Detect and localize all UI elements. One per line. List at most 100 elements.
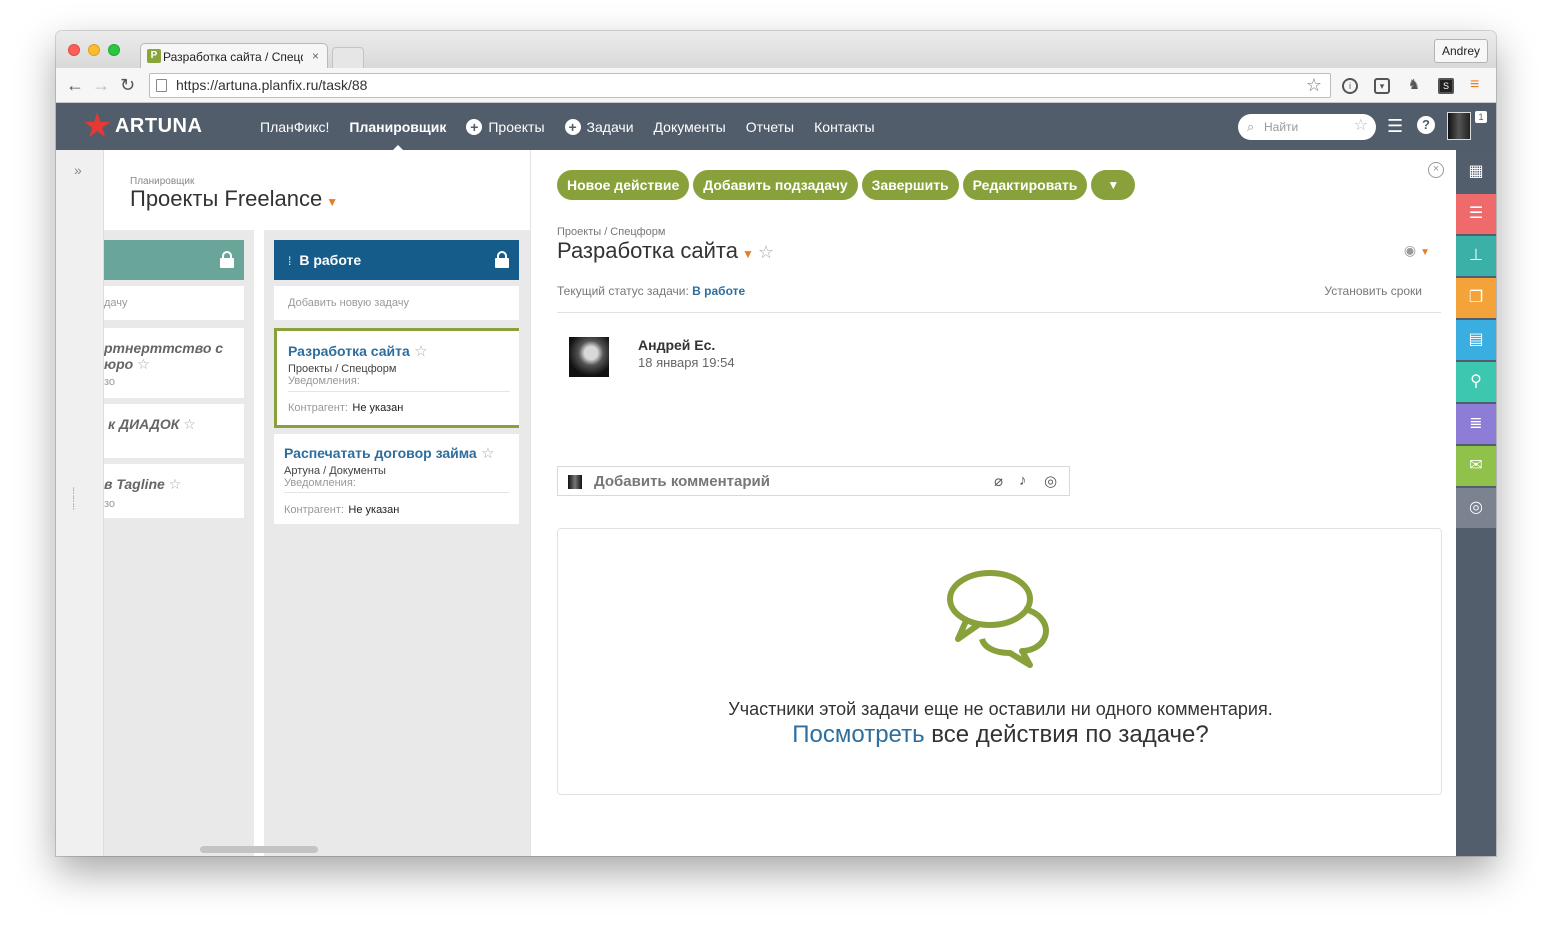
nav-documents[interactable]: Документы bbox=[654, 119, 726, 135]
list-icon[interactable]: ☰ bbox=[1456, 194, 1496, 234]
drag-handle-icon[interactable]: ⁝ ⁝ ⁝ bbox=[72, 487, 80, 514]
help-icon[interactable]: ? bbox=[1417, 116, 1435, 134]
nav-planfix[interactable]: ПланФикс! bbox=[260, 119, 329, 135]
minimize-window-button[interactable] bbox=[88, 44, 100, 56]
calendar-icon[interactable]: ▦ bbox=[1456, 152, 1496, 192]
task-card[interactable]: Распечатать договор займа ☆ Артуна / Док… bbox=[274, 434, 519, 524]
bell-icon[interactable]: ♪ bbox=[1019, 472, 1027, 489]
drag-handle-icon[interactable]: ⁞ bbox=[288, 254, 291, 268]
title-bar: P Разработка сайта / Спецформ × Andrey bbox=[56, 31, 1496, 69]
maximize-window-button[interactable] bbox=[108, 44, 120, 56]
edit-button[interactable]: Редактировать bbox=[962, 170, 1088, 200]
dropdown-caret-icon[interactable]: ▼ bbox=[326, 195, 338, 209]
favorite-star-icon[interactable]: ☆ bbox=[758, 242, 774, 262]
card-title[interactable]: Распечатать договор займа bbox=[284, 445, 477, 461]
nav-reports[interactable]: Отчеты bbox=[746, 119, 794, 135]
favorite-star-icon[interactable]: ☆ bbox=[1354, 113, 1368, 139]
back-arrow-icon[interactable]: ← bbox=[66, 75, 84, 96]
structure-icon[interactable]: ⊥ bbox=[1456, 236, 1496, 276]
planner-title[interactable]: Проекты Freelance ▼ bbox=[130, 186, 338, 212]
planner-panel: Планировщик Проекты Freelance ▼ дачу ртне… bbox=[104, 150, 530, 856]
card-title-row: в Tagline ☆ bbox=[104, 476, 181, 493]
browser-tab[interactable]: P Разработка сайта / Спецформ × bbox=[140, 43, 328, 69]
horizontal-scrollbar[interactable] bbox=[200, 846, 318, 853]
attach-icon[interactable]: ⌀ bbox=[994, 472, 1003, 490]
favorite-star-icon[interactable]: ☆ bbox=[169, 476, 182, 492]
close-window-button[interactable] bbox=[68, 44, 80, 56]
task-card-selected[interactable]: Разработка сайта ☆ Проекты / Спецформ Ув… bbox=[274, 328, 519, 428]
new-tab-button[interactable] bbox=[332, 47, 364, 68]
copy-icon[interactable]: ❐ bbox=[1456, 278, 1496, 318]
extension-s-icon[interactable]: S bbox=[1438, 78, 1454, 94]
tools-icon[interactable]: ⚲ bbox=[1456, 362, 1496, 402]
favorite-star-icon[interactable]: ☆ bbox=[481, 445, 494, 462]
browser-menu-icon[interactable]: ≡ bbox=[1470, 76, 1479, 94]
user-avatar[interactable] bbox=[1447, 112, 1471, 140]
notification-badge[interactable]: 1 bbox=[1475, 111, 1487, 123]
task-card[interactable]: в Tagline ☆ зо bbox=[104, 464, 244, 518]
plus-icon[interactable]: + bbox=[564, 118, 581, 135]
status-link[interactable]: В работе bbox=[692, 284, 745, 298]
nav-contacts[interactable]: Контакты bbox=[814, 119, 874, 135]
card-title: к ДИАДОК bbox=[108, 416, 180, 432]
tab-close-icon[interactable]: × bbox=[312, 49, 319, 63]
card-title-row: Распечатать договор займа ☆ bbox=[284, 444, 495, 463]
menu-icon[interactable]: ☰ bbox=[1387, 116, 1403, 137]
add-subtask-button[interactable]: Добавить подзадачу bbox=[693, 170, 858, 200]
new-action-button[interactable]: Новое действие bbox=[557, 170, 690, 200]
card-project[interactable]: Артуна / Документы bbox=[284, 465, 386, 477]
task-card[interactable]: к ДИАДОК ☆ bbox=[104, 404, 244, 458]
plus-icon[interactable]: + bbox=[466, 118, 483, 135]
extension-info-icon[interactable]: i bbox=[1342, 78, 1358, 94]
search-input[interactable]: ⌕ Найти ☆ bbox=[1238, 114, 1376, 140]
planner-column-a: дачу ртнерттство с юро ☆ зо к ДИАДОК ☆ в… bbox=[104, 230, 254, 856]
view-all-actions-link[interactable]: Посмотреть bbox=[792, 721, 924, 748]
close-panel-icon[interactable]: × bbox=[1428, 162, 1444, 178]
forward-arrow-icon[interactable]: → bbox=[92, 75, 110, 96]
lock-icon[interactable] bbox=[220, 251, 234, 268]
add-comment-field[interactable]: Добавить комментарий ⌀ ♪ ◎ bbox=[557, 466, 1070, 496]
pocket-icon[interactable]: ▾ bbox=[1374, 78, 1390, 94]
card-notify: Уведомления: bbox=[288, 375, 360, 387]
planfix-icon[interactable]: ◎ bbox=[1044, 472, 1057, 490]
card-title[interactable]: Разработка сайта bbox=[288, 343, 410, 359]
url-input[interactable]: https://artuna.planfix.ru/task/88 ☆ bbox=[149, 73, 1331, 98]
add-task-field[interactable]: Добавить новую задачу bbox=[274, 286, 519, 320]
layers-icon[interactable]: ≣ bbox=[1456, 404, 1496, 444]
mail-icon[interactable]: ✉ bbox=[1456, 446, 1496, 486]
author-date: 18 января 19:54 bbox=[638, 355, 735, 370]
card-divider bbox=[284, 492, 509, 493]
reload-icon[interactable]: ↻ bbox=[120, 75, 135, 96]
more-actions-dropdown-icon[interactable]: ▼ bbox=[1091, 170, 1136, 200]
right-dock: ▦ ☰ ⊥ ❐ ▤ ⚲ ≣ ✉ ◎ bbox=[1456, 150, 1496, 856]
favorite-star-icon[interactable]: ☆ bbox=[137, 356, 150, 372]
contragent-label: Контрагент: bbox=[288, 402, 348, 414]
expand-chevron-icon[interactable]: » bbox=[74, 162, 82, 178]
card-project[interactable]: Проекты / Спецформ bbox=[288, 363, 396, 375]
artuna-logo[interactable]: ★ ARTUNA bbox=[82, 109, 202, 143]
task-breadcrumb[interactable]: Проекты / Спецформ bbox=[557, 226, 665, 238]
nav-planner[interactable]: Планировщик bbox=[349, 119, 446, 152]
planner-column-in-progress: ⁞ В работе Добавить новую задачу Разработ… bbox=[264, 230, 530, 856]
add-task-field[interactable]: дачу bbox=[104, 286, 244, 320]
watch-toggle[interactable]: ◉ ▼ bbox=[1404, 242, 1430, 259]
author-name[interactable]: Андрей Ес. bbox=[638, 337, 715, 353]
task-card[interactable]: ртнерттство с юро ☆ зо bbox=[104, 328, 244, 398]
evernote-icon[interactable]: ♞ bbox=[1406, 77, 1422, 94]
author-avatar[interactable] bbox=[569, 337, 609, 377]
lock-icon[interactable] bbox=[495, 251, 509, 268]
status-label: Текущий статус задачи: bbox=[557, 284, 689, 298]
nav-projects[interactable]: + Проекты bbox=[466, 118, 545, 135]
favorite-star-icon[interactable]: ☆ bbox=[414, 343, 427, 360]
complete-button[interactable]: Завершить bbox=[861, 170, 959, 200]
planfix-icon[interactable]: ◎ bbox=[1456, 488, 1496, 528]
dropdown-caret-icon[interactable]: ▼ bbox=[742, 247, 754, 261]
profile-button[interactable]: Andrey bbox=[1434, 39, 1488, 63]
favorite-star-icon[interactable]: ☆ bbox=[183, 416, 196, 432]
nav-tasks[interactable]: + Задачи bbox=[564, 118, 634, 135]
bookmark-star-icon[interactable]: ☆ bbox=[1306, 74, 1322, 97]
set-dates-link[interactable]: Установить сроки bbox=[1324, 284, 1422, 298]
column-a-header[interactable] bbox=[104, 240, 244, 280]
column-header[interactable]: ⁞ В работе bbox=[274, 240, 519, 280]
document-icon[interactable]: ▤ bbox=[1456, 320, 1496, 360]
